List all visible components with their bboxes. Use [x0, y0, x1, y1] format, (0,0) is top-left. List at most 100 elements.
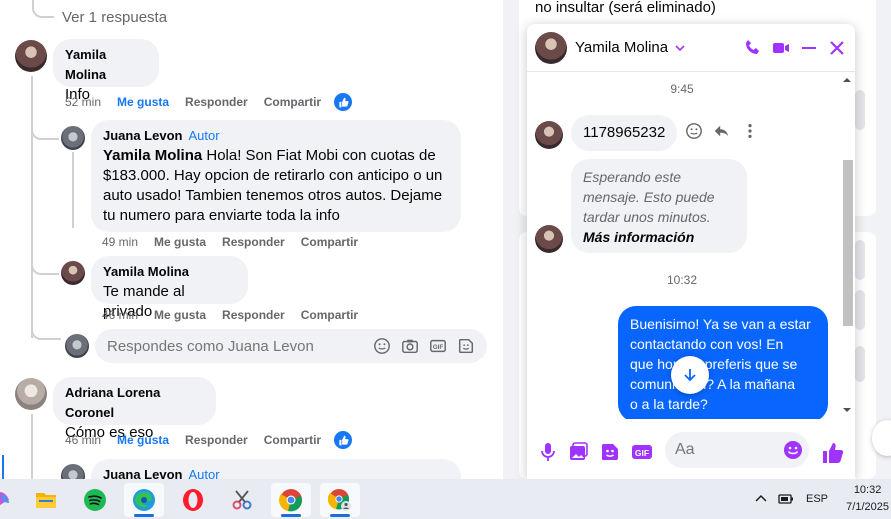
- contact-name[interactable]: Yamila Molina: [575, 39, 668, 56]
- author-badge: Autor: [188, 467, 220, 479]
- comment-time[interactable]: 52 min: [65, 95, 101, 109]
- chevron-down-icon[interactable]: [674, 42, 686, 54]
- comment-author[interactable]: Yamila Molina: [65, 47, 106, 82]
- share-button[interactable]: Compartir: [301, 308, 358, 322]
- clock-date: 7/1/2025: [846, 501, 889, 513]
- like-button[interactable]: Me gusta: [154, 308, 206, 322]
- like-reaction-icon[interactable]: [334, 93, 352, 111]
- folder-icon: [36, 493, 56, 508]
- taskbar-app-opera[interactable]: [173, 483, 213, 517]
- taskbar-app-spotify[interactable]: [75, 483, 115, 517]
- like-button[interactable]: Me gusta: [117, 433, 169, 447]
- avatar[interactable]: [61, 126, 85, 150]
- like-reaction-icon[interactable]: [334, 431, 352, 449]
- contact-avatar[interactable]: [535, 225, 563, 253]
- taskbar-app-file-explorer[interactable]: [26, 483, 66, 517]
- message-line: comuniquen? A la mañana: [630, 376, 796, 392]
- battery-network-icon[interactable]: [778, 492, 796, 506]
- message-input-box: [665, 432, 809, 468]
- gif-icon[interactable]: GIF: [631, 441, 653, 463]
- taskbar-app-snipping-tool[interactable]: [222, 483, 262, 517]
- taskbar-app-copilot[interactable]: [0, 483, 22, 517]
- comment-author[interactable]: Juana Levon: [103, 128, 182, 143]
- taskbar-app-edge[interactable]: [124, 483, 164, 517]
- background-block: [855, 240, 865, 280]
- comment-time[interactable]: 49 min: [102, 235, 138, 249]
- thread-line: [31, 320, 61, 340]
- emoji-icon[interactable]: [373, 337, 391, 355]
- photo-icon[interactable]: [567, 441, 589, 463]
- author-badge: Autor: [188, 128, 220, 143]
- view-replies-link[interactable]: Ver 1 respuesta: [62, 9, 167, 26]
- comment-time[interactable]: 46 min: [65, 433, 101, 447]
- minimize-icon[interactable]: [799, 38, 819, 58]
- clock[interactable]: 10:32 7/1/2025: [846, 482, 889, 516]
- outgoing-message[interactable]: Buenisimo! Ya se van a estar contactando…: [618, 306, 828, 419]
- scissors-icon: [232, 490, 252, 510]
- camera-icon[interactable]: [401, 337, 419, 355]
- group-rule-text: no insultar (será eliminado): [535, 0, 716, 16]
- reply-arrow-icon[interactable]: [713, 122, 731, 140]
- reply-button[interactable]: Responder: [185, 433, 248, 447]
- sticker-icon[interactable]: [457, 337, 475, 355]
- share-button[interactable]: Compartir: [264, 95, 321, 109]
- language-indicator[interactable]: ESP: [806, 493, 828, 505]
- reply-input[interactable]: [107, 337, 363, 355]
- gif-icon[interactable]: GIF: [429, 337, 447, 355]
- close-icon[interactable]: [827, 38, 847, 58]
- more-options-icon[interactable]: [741, 122, 759, 140]
- avatar[interactable]: [65, 334, 89, 358]
- message-line: que horario preferis que se: [630, 356, 798, 372]
- comment-author[interactable]: Adriana Lorena Coronel: [65, 385, 160, 420]
- chat-messages: 9:45 1178965232 Esperando este mensaje. …: [527, 73, 855, 419]
- taskbar-app-chrome-profile[interactable]: [320, 483, 360, 517]
- running-indicator: [330, 514, 350, 517]
- incoming-message[interactable]: 1178965232: [571, 115, 678, 151]
- taskbar-app-chrome[interactable]: [271, 483, 311, 517]
- message-line: Buenisimo! Ya se van a estar: [630, 316, 811, 332]
- comments-panel: Ver 1 respuesta Yamila Molina Info 52 mi…: [0, 0, 503, 479]
- background-block: [855, 346, 865, 382]
- reply-button[interactable]: Responder: [222, 308, 285, 322]
- reply-button[interactable]: Responder: [185, 95, 248, 109]
- like-button[interactable]: Me gusta: [117, 95, 169, 109]
- message-line: contactando con vos! En: [630, 336, 784, 352]
- scrollbar-thumb[interactable]: [843, 160, 853, 326]
- comment-author[interactable]: Yamila Molina: [103, 264, 189, 279]
- avatar[interactable]: [15, 378, 47, 410]
- pending-text-line: Esperando este: [583, 169, 682, 185]
- chevron-up-icon[interactable]: [754, 492, 768, 506]
- comment-author[interactable]: Juana Levon: [103, 467, 182, 479]
- emoji-icon[interactable]: [783, 440, 803, 460]
- contact-avatar[interactable]: [535, 121, 563, 149]
- phone-icon[interactable]: [743, 38, 763, 58]
- reply-input-box: GIF: [95, 329, 487, 363]
- share-button[interactable]: Compartir: [301, 235, 358, 249]
- avatar[interactable]: [61, 464, 85, 479]
- comment-actions: 49 min Me gusta Responder Compartir: [102, 235, 358, 249]
- avatar[interactable]: [61, 261, 85, 285]
- microphone-icon[interactable]: [537, 441, 559, 463]
- reply-button[interactable]: Responder: [222, 235, 285, 249]
- message-input[interactable]: [675, 441, 775, 459]
- chat-scrollbar[interactable]: [841, 76, 853, 416]
- mention-link[interactable]: Yamila Molina: [103, 147, 202, 164]
- sticker-icon[interactable]: [599, 441, 621, 463]
- video-call-icon[interactable]: [771, 38, 791, 58]
- avatar[interactable]: [15, 40, 47, 72]
- scroll-down-button[interactable]: [671, 356, 709, 394]
- share-button[interactable]: Compartir: [264, 433, 321, 447]
- more-info-link[interactable]: Más información: [583, 229, 694, 245]
- comment-bubble: Yamila Molina Te mande al privado: [91, 256, 248, 320]
- react-emoji-icon[interactable]: [685, 122, 703, 140]
- background-block: [855, 90, 865, 130]
- scroll-down-icon[interactable]: [842, 406, 852, 414]
- comment-time[interactable]: 46 min: [102, 308, 138, 322]
- edge-icon: [133, 489, 155, 511]
- svg-text:GIF: GIF: [635, 448, 649, 458]
- scroll-up-icon[interactable]: [842, 76, 852, 84]
- like-button[interactable]: Me gusta: [154, 235, 206, 249]
- contact-avatar[interactable]: [535, 31, 567, 64]
- thumbs-up-icon[interactable]: [821, 441, 845, 465]
- focus-indicator: [2, 455, 4, 479]
